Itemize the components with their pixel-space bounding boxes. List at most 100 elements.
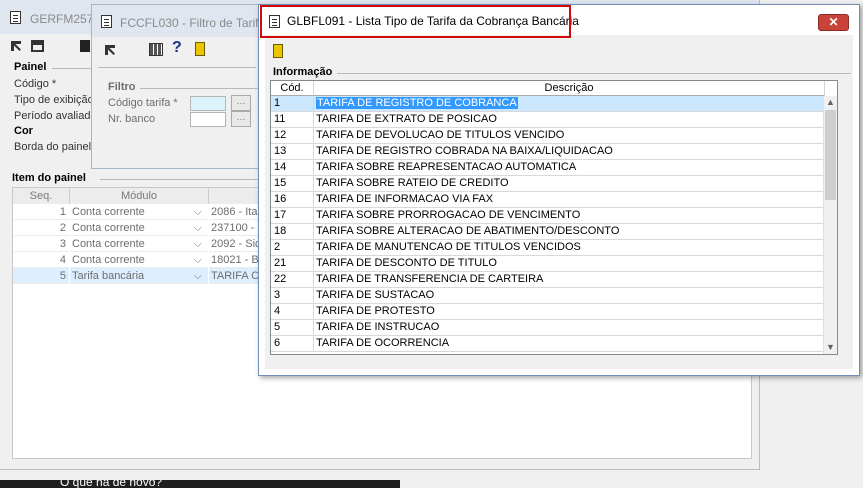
- descricao-cell: TARIFA DE SUSTACAO: [314, 288, 825, 303]
- exit-door-icon[interactable]: [195, 42, 205, 56]
- table-row[interactable]: 1: [13, 204, 69, 220]
- table-row[interactable]: 6 TARIFA DE OCORRENCIA: [271, 336, 825, 352]
- tarifa-rows: 1 TARIFA DE REGISTRO DE COBRANCA 11 TARIFA …: [271, 96, 825, 354]
- table-row[interactable]: Conta corrente ⌵: [70, 252, 208, 268]
- cod-cell: 14: [271, 160, 314, 175]
- cod-cell: 3: [271, 288, 314, 303]
- descricao-text: TARIFA DE MANUTENCAO DE TITULOS VENCIDOS: [316, 241, 581, 253]
- cod-column-header[interactable]: Cód.: [271, 81, 314, 96]
- descricao-text: TARIFA DE OCORRENCIA: [316, 337, 450, 349]
- codigo-tarifa-lookup-button[interactable]: ⋯: [231, 95, 251, 111]
- informacao-section: Informação: [273, 66, 333, 78]
- document-icon: [10, 11, 21, 24]
- cod-cell: 16: [271, 192, 314, 207]
- table-row[interactable]: 237100 -: [209, 220, 261, 236]
- calculator-icon[interactable]: [149, 43, 163, 56]
- table-row[interactable]: 5 TARIFA DE INSTRUCAO: [271, 320, 825, 336]
- descricao-text: TARIFA SOBRE RATEIO DE CREDITO: [316, 177, 509, 189]
- table-row[interactable]: Tarifa bancária ⌵: [70, 268, 208, 284]
- back-arrow-icon[interactable]: [105, 45, 115, 55]
- table-row[interactable]: Conta corrente ⌵: [70, 236, 208, 252]
- exit-door-icon[interactable]: [273, 44, 283, 58]
- descricao-text: TARIFA DE INFORMACAO VIA FAX: [316, 193, 494, 205]
- descricao-text: TARIFA DE INSTRUCAO: [316, 321, 440, 333]
- cod-cell: 17: [271, 208, 314, 223]
- close-button[interactable]: ✕: [818, 14, 849, 31]
- borda-label: Borda do painel: [14, 141, 92, 153]
- table-row[interactable]: Conta corrente ⌵: [70, 220, 208, 236]
- nr-banco-lookup-button[interactable]: ⋯: [231, 111, 251, 127]
- table-row[interactable]: 12 TARIFA DE DEVOLUCAO DE TITULOS VENCIDO: [271, 128, 825, 144]
- scroll-down-arrow-icon[interactable]: ▼: [824, 341, 837, 354]
- table-row[interactable]: 2 TARIFA DE MANUTENCAO DE TITULOS VENCIDO…: [271, 240, 825, 256]
- filter-window-title: FCCFL030 - Filtro de Tarifa: [120, 16, 266, 30]
- descricao-text: TARIFA DE DEVOLUCAO DE TITULOS VENCIDO: [316, 129, 565, 141]
- descricao-text: TARIFA DE SUSTACAO: [316, 289, 435, 301]
- table-row[interactable]: 2086 - Ita: [209, 204, 261, 220]
- table-row[interactable]: 2: [13, 220, 69, 236]
- cod-cell: 12: [271, 128, 314, 143]
- table-row[interactable]: 4 TARIFA DE PROTESTO: [271, 304, 825, 320]
- table-row[interactable]: 1 TARIFA DE REGISTRO DE COBRANCA: [271, 96, 825, 112]
- table-row[interactable]: 14 TARIFA SOBRE REAPRESENTACAO AUTOMATICA: [271, 160, 825, 176]
- descricao-cell: TARIFA SOBRE ALTERACAO DE ABATIMENTO/DES…: [314, 224, 825, 239]
- save-icon[interactable]: [80, 40, 90, 52]
- cod-cell: 15: [271, 176, 314, 191]
- cod-cell: 2: [271, 240, 314, 255]
- table-row[interactable]: 15 TARIFA SOBRE RATEIO DE CREDITO: [271, 176, 825, 192]
- table-row[interactable]: 21 TARIFA DE DESCONTO DE TITULO: [271, 256, 825, 272]
- cod-cell: 11: [271, 112, 314, 127]
- descricao-column-header[interactable]: Descrição: [314, 81, 825, 96]
- filter-window: FCCFL030 - Filtro de Tarifa ? Filtro Cód…: [91, 4, 265, 169]
- descricao-cell: TARIFA DE REGISTRO COBRADA NA BAIXA/LIQU…: [314, 144, 825, 159]
- help-icon[interactable]: ?: [172, 39, 182, 57]
- descricao-cell: TARIFA DE EXTRATO DE POSICAO: [314, 112, 825, 127]
- descricao-text: TARIFA DE DESCONTO DE TITULO: [316, 257, 497, 269]
- codigo-tarifa-label: Código tarifa *: [108, 97, 178, 109]
- taskbar-text[interactable]: O que há de novo?: [60, 480, 162, 488]
- table-row[interactable]: 13 TARIFA DE REGISTRO COBRADA NA BAIXA/LI…: [271, 144, 825, 160]
- table-row[interactable]: 3 TARIFA DE SUSTACAO: [271, 288, 825, 304]
- descricao-cell: TARIFA DE INFORMACAO VIA FAX: [314, 192, 825, 207]
- table-row[interactable]: Conta corrente ⌵: [70, 204, 208, 220]
- cod-cell: 21: [271, 256, 314, 271]
- table-row[interactable]: 16 TARIFA DE INFORMACAO VIA FAX: [271, 192, 825, 208]
- nr-banco-input[interactable]: [190, 112, 226, 127]
- title-highlight-box: [260, 5, 571, 38]
- item-section: Item do painel: [12, 172, 86, 184]
- descricao-text: TARIFA DE REGISTRO COBRADA NA BAIXA/LIQU…: [316, 145, 613, 157]
- copy-icon[interactable]: [31, 40, 44, 52]
- descricao-cell: TARIFA DE INSTRUCAO: [314, 320, 825, 335]
- table-row[interactable]: 18021 - B: [209, 252, 261, 268]
- scroll-up-arrow-icon[interactable]: ▲: [824, 96, 837, 109]
- descricao-text: TARIFA DE TRANSFERENCIA DE CARTEIRA: [316, 273, 544, 285]
- seq-header[interactable]: Seq.: [13, 188, 70, 204]
- table-row[interactable]: TARIFA CE: [209, 268, 261, 284]
- periodo-label: Período avaliado: [14, 110, 97, 122]
- table-row[interactable]: 17 TARIFA SOBRE PRORROGACAO DE VENCIMENTO: [271, 208, 825, 224]
- document-icon: [101, 15, 112, 28]
- descricao-text: TARIFA SOBRE PRORROGACAO DE VENCIMENTO: [316, 209, 581, 221]
- table-row[interactable]: 4: [13, 252, 69, 268]
- table-row[interactable]: 5: [13, 268, 69, 284]
- table-row[interactable]: 3: [13, 236, 69, 252]
- cod-cell: 18: [271, 224, 314, 239]
- descricao-text: TARIFA SOBRE ALTERACAO DE ABATIMENTO/DES…: [316, 225, 620, 237]
- descricao-cell: TARIFA DE DEVOLUCAO DE TITULOS VENCIDO: [314, 128, 825, 143]
- table-row[interactable]: 11 TARIFA DE EXTRATO DE POSICAO: [271, 112, 825, 128]
- table-row[interactable]: 22 TARIFA DE TRANSFERENCIA DE CARTEIRA: [271, 272, 825, 288]
- painel-section: Painel: [14, 61, 47, 73]
- modulo-header[interactable]: Módulo: [70, 188, 209, 204]
- table-row[interactable]: 18 TARIFA SOBRE ALTERACAO DE ABATIMENTO/D…: [271, 224, 825, 240]
- descricao-text: TARIFA DE EXTRATO DE POSICAO: [316, 113, 497, 125]
- taskbar-strip: O que há de novo?: [0, 480, 400, 488]
- descricao-cell: TARIFA DE PROTESTO: [314, 304, 825, 319]
- codigo-tarifa-input[interactable]: [190, 96, 226, 111]
- scrollbar-thumb[interactable]: [825, 110, 836, 200]
- back-arrow-icon[interactable]: [11, 41, 21, 51]
- filtro-section: Filtro: [108, 81, 136, 93]
- vertical-scrollbar[interactable]: ▲ ▼: [823, 96, 837, 354]
- codigo-label: Código *: [14, 78, 57, 90]
- table-row[interactable]: 2092 - Sic: [209, 236, 261, 252]
- descricao-cell: TARIFA DE TRANSFERENCIA DE CARTEIRA: [314, 272, 825, 287]
